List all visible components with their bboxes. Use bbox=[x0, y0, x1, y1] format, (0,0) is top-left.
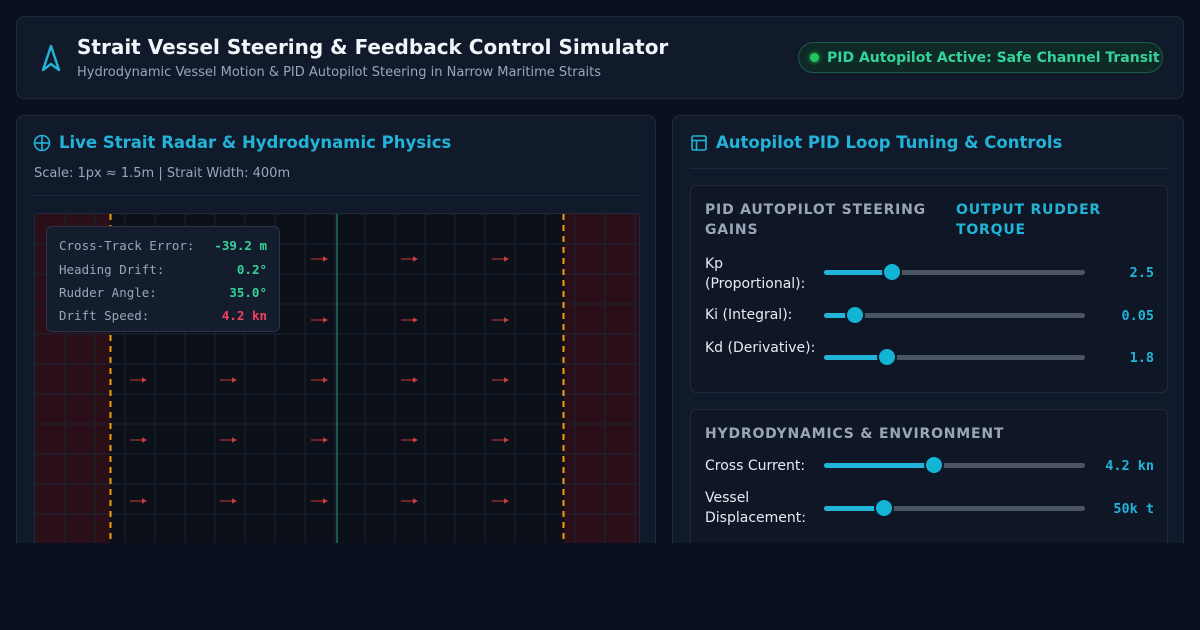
drift-speed-label: Drift Speed: bbox=[59, 307, 150, 323]
current-arrow-icon bbox=[311, 437, 328, 443]
cross-current-slider[interactable] bbox=[824, 457, 1085, 473]
radar-panel-title: Live Strait Radar & Hydrodynamic Physics bbox=[59, 133, 452, 152]
current-arrow-icon bbox=[401, 437, 418, 443]
kp-value: 2.5 bbox=[1129, 265, 1154, 281]
kd-slider[interactable] bbox=[824, 349, 1085, 365]
current-arrow-icon bbox=[492, 317, 509, 323]
current-arrow-icon bbox=[311, 317, 328, 323]
telemetry-row: Drift Speed: 4.2 kn bbox=[59, 306, 267, 324]
navigation-arrow-icon bbox=[41, 44, 61, 72]
ki-slider-thumb[interactable] bbox=[847, 307, 864, 323]
kp-slider-thumb[interactable] bbox=[883, 264, 900, 280]
current-arrow-icon bbox=[401, 498, 418, 504]
pid-gains-card: PID AUTOPILOT STEERING GAINS OUTPUT RUDD… bbox=[690, 185, 1168, 393]
current-arrow-icon bbox=[220, 437, 237, 443]
current-arrow-icon bbox=[311, 256, 328, 262]
vessel-displacement-slider-thumb[interactable] bbox=[876, 500, 893, 516]
radar-panel: Live Strait Radar & Hydrodynamic Physics… bbox=[16, 115, 656, 558]
environment-heading: HYDRODYNAMICS & ENVIRONMENT bbox=[705, 426, 1005, 442]
kd-label: Kd (Derivative): bbox=[705, 340, 816, 356]
control-panel-heading: Autopilot PID Loop Tuning & Controls bbox=[690, 133, 1062, 152]
status-badge: PID Autopilot Active: Safe Channel Trans… bbox=[798, 42, 1163, 73]
cross-current-label: Cross Current: bbox=[705, 458, 806, 474]
status-dot-icon bbox=[810, 53, 819, 62]
kd-value: 1.8 bbox=[1129, 350, 1154, 366]
current-arrow-icon bbox=[130, 498, 147, 504]
drift-speed-value: 4.2 kn bbox=[221, 307, 267, 323]
rudder-angle-label: Rudder Angle: bbox=[59, 284, 157, 300]
environment-card: HYDRODYNAMICS & ENVIRONMENT Cross Curren… bbox=[690, 409, 1168, 559]
pid-gains-heading: PID AUTOPILOT STEERING GAINS bbox=[705, 202, 926, 238]
kp-slider[interactable] bbox=[824, 264, 1085, 280]
control-panel-title: Autopilot PID Loop Tuning & Controls bbox=[716, 133, 1063, 152]
output-rudder-torque-heading: OUTPUT RUDDER TORQUE bbox=[956, 202, 1102, 238]
current-arrow-icon bbox=[401, 317, 418, 323]
radar-panel-heading: Live Strait Radar & Hydrodynamic Physics bbox=[33, 133, 451, 152]
current-arrow-icon bbox=[401, 377, 418, 383]
kp-label: Kp (Proportional): bbox=[705, 256, 806, 292]
page-title: Strait Vessel Steering & Feedback Contro… bbox=[77, 35, 669, 59]
crosshair-globe-icon bbox=[33, 134, 51, 151]
divider bbox=[690, 168, 1168, 169]
current-arrow-icon bbox=[311, 377, 328, 383]
current-arrow-icon bbox=[492, 256, 509, 262]
heading-drift-value: 0.2° bbox=[236, 261, 267, 277]
current-arrow-icon bbox=[220, 377, 237, 383]
kd-slider-thumb[interactable] bbox=[878, 349, 895, 365]
page-background-band bbox=[0, 543, 1200, 630]
layout-panel-icon bbox=[691, 134, 707, 151]
vessel-displacement-slider[interactable] bbox=[824, 500, 1085, 516]
cross-current-slider-thumb[interactable] bbox=[925, 457, 942, 473]
ki-value: 0.05 bbox=[1121, 308, 1154, 324]
ki-slider[interactable] bbox=[824, 307, 1085, 323]
current-arrow-icon bbox=[130, 377, 147, 383]
kd-slider-fill bbox=[824, 355, 887, 360]
vessel-displacement-label: Vessel Displacement: bbox=[705, 490, 806, 526]
control-panel: Autopilot PID Loop Tuning & Controls PID… bbox=[672, 115, 1184, 559]
telemetry-row: Cross-Track Error: -39.2 m bbox=[59, 236, 267, 254]
page-subtitle: Hydrodynamic Vessel Motion & PID Autopil… bbox=[77, 65, 602, 80]
current-arrow-icon bbox=[220, 498, 237, 504]
current-arrow-icon bbox=[311, 498, 328, 504]
radar-scale-text: Scale: 1px ≈ 1.5m | Strait Width: 400m bbox=[34, 166, 291, 181]
vessel-displacement-value: 50k t bbox=[1113, 501, 1154, 517]
current-arrow-icon bbox=[401, 256, 418, 262]
heading-drift-label: Heading Drift: bbox=[59, 261, 165, 277]
cross-track-error-label: Cross-Track Error: bbox=[59, 237, 195, 253]
telemetry-row: Rudder Angle: 35.0° bbox=[59, 283, 267, 301]
current-arrow-icon bbox=[492, 377, 509, 383]
vessel-displacement-slider-fill bbox=[824, 506, 885, 511]
cross-current-value: 4.2 kn bbox=[1105, 458, 1154, 474]
cross-track-error-value: -39.2 m bbox=[214, 237, 267, 253]
telemetry-overlay: Cross-Track Error: -39.2 m Heading Drift… bbox=[46, 226, 280, 332]
current-arrow-icon bbox=[492, 437, 509, 443]
status-badge-label: PID Autopilot Active: Safe Channel Trans… bbox=[827, 49, 1160, 66]
telemetry-row: Heading Drift: 0.2° bbox=[59, 260, 267, 278]
current-arrow-icon bbox=[492, 498, 509, 504]
rudder-angle-value: 35.0° bbox=[229, 284, 267, 300]
kp-slider-fill bbox=[824, 270, 892, 275]
ki-label: Ki (Integral): bbox=[705, 307, 793, 323]
cross-current-slider-fill bbox=[824, 463, 934, 468]
current-arrow-icon bbox=[130, 437, 147, 443]
divider bbox=[34, 195, 640, 196]
